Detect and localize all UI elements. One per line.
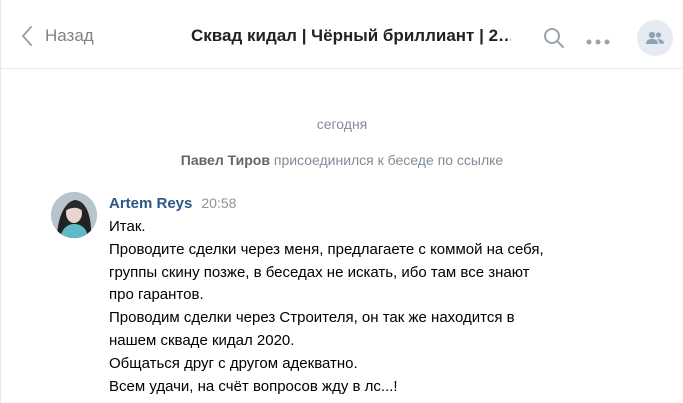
- message-line: про гарантов.: [109, 286, 204, 304]
- message-time: 20:58: [201, 195, 237, 211]
- message-line: Общаться друг с другом адекватно.: [109, 354, 358, 372]
- service-message: Павел Тиров присоединился к беседе по сс…: [1, 152, 683, 168]
- search-icon[interactable]: [542, 26, 566, 55]
- date-separator: сегодня: [316, 116, 368, 132]
- more-dots-icon[interactable]: [586, 33, 610, 51]
- avatar[interactable]: [51, 192, 97, 238]
- message-line: Проводите сделки через меня, предлагаете…: [109, 240, 544, 258]
- service-text: присоединился к беседе по ссылке: [273, 152, 504, 168]
- message-line: Проводим сделки через Строителя, он так …: [109, 309, 515, 327]
- message-author[interactable]: Artem Reys: [109, 195, 192, 212]
- back-label: Назад: [45, 26, 94, 45]
- service-user-link[interactable]: Павел Тиров: [181, 152, 270, 168]
- message-line: нашем скваде кидал 2020.: [109, 331, 295, 349]
- message-header: Artem Reys 20:58: [109, 195, 236, 213]
- back-button[interactable]: Назад: [21, 22, 94, 50]
- message-line: группы скину позже, в беседах не искать,…: [109, 263, 530, 281]
- message-text: Итак. Проводите сделки через меня, предл…: [109, 216, 629, 398]
- members-button[interactable]: [637, 20, 673, 56]
- chat-header: Назад Сквад кидал | Чёрный бриллиант | 2…: [1, 0, 683, 69]
- message-line: Всем удачи, на счёт вопросов жду в лс...…: [109, 377, 398, 395]
- chat-title[interactable]: Сквад кидал | Чёрный бриллиант | 2…: [191, 26, 511, 46]
- members-icon: [646, 31, 664, 44]
- message-line: Итак.: [109, 218, 146, 235]
- chevron-left-icon: [22, 26, 32, 46]
- chat-window: Назад Сквад кидал | Чёрный бриллиант | 2…: [0, 0, 683, 403]
